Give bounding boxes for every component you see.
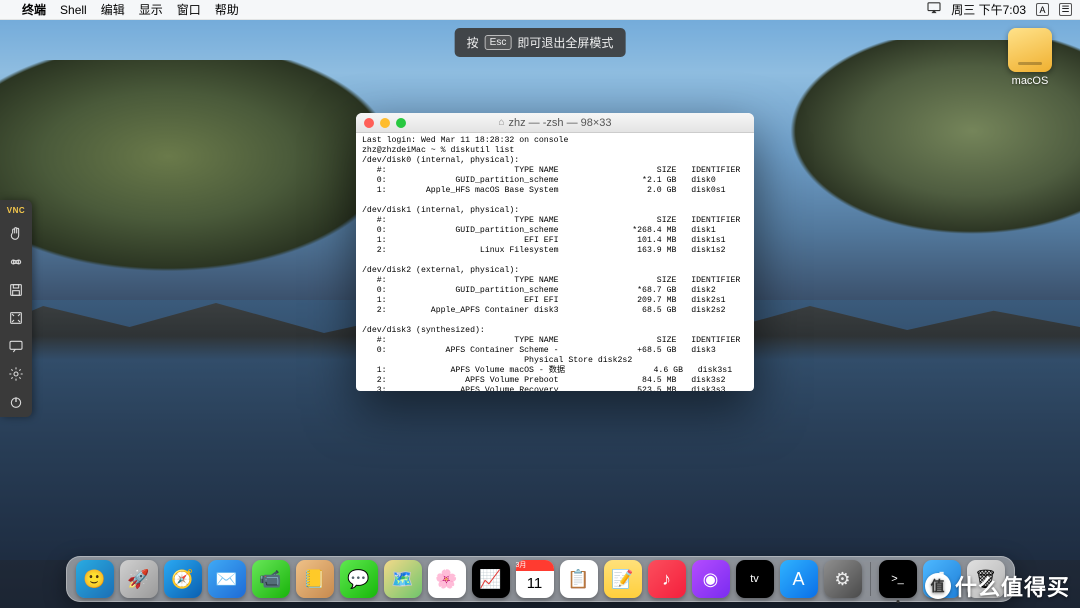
vnc-brand: VNC (7, 206, 25, 215)
dock-app-reminders[interactable]: 📋 (560, 560, 598, 598)
hand-icon[interactable] (7, 225, 25, 243)
esc-key-icon: Esc (485, 35, 512, 50)
vnc-sidebar: VNC (0, 200, 32, 417)
watermark-text: 什么值得买 (955, 570, 1070, 602)
menu-view[interactable]: 显示 (139, 1, 163, 18)
minimize-button[interactable] (380, 118, 390, 128)
fullscreen-exit-tip: 按 Esc 即可退出全屏模式 (455, 28, 626, 57)
dock-app-mail[interactable]: ✉️ (208, 560, 246, 598)
dock-app-stocks[interactable]: 📈 (472, 560, 510, 598)
watermark: 值 什么值得买 (925, 570, 1070, 602)
zoom-button[interactable] (396, 118, 406, 128)
tip-suffix: 即可退出全屏模式 (517, 34, 613, 51)
dock-app-notes[interactable]: 📝 (604, 560, 642, 598)
clock[interactable]: 周三 下午7:03 (951, 1, 1026, 18)
dock-app-preferences[interactable]: ⚙ (824, 560, 862, 598)
menu-edit[interactable]: 编辑 (101, 1, 125, 18)
dock-separator (870, 562, 871, 596)
link-icon[interactable] (7, 253, 25, 271)
dock-app-appstore[interactable]: A (780, 560, 818, 598)
expand-icon[interactable] (7, 309, 25, 327)
dock-app-facetime[interactable]: 📹 (252, 560, 290, 598)
dock-app-terminal[interactable]: >_ (879, 560, 917, 598)
dock-app-finder[interactable]: 🙂 (76, 560, 114, 598)
menu-shell[interactable]: Shell (60, 3, 87, 17)
gear-icon[interactable] (7, 365, 25, 383)
watermark-badge: 值 (925, 573, 951, 599)
dock-app-music[interactable]: ♪ (648, 560, 686, 598)
dock-app-maps[interactable]: 🗺️ (384, 560, 422, 598)
dock: 🙂🚀🧭✉️📹📒💬🗺️🌸📈3月11📋📝♪◉tvA⚙>_⬇🗑 (66, 556, 1015, 602)
dock-app-messages[interactable]: 💬 (340, 560, 378, 598)
drive-icon (1008, 28, 1052, 72)
dock-app-tv[interactable]: tv (736, 560, 774, 598)
dock-app-safari[interactable]: 🧭 (164, 560, 202, 598)
menubar: 终端 Shell 编辑 显示 窗口 帮助 周三 下午7:03 A ☰ (0, 0, 1080, 20)
tip-prefix: 按 (467, 34, 479, 51)
desktop-drive[interactable]: macOS (1004, 28, 1056, 87)
input-source-icon[interactable]: A (1036, 3, 1049, 16)
message-icon[interactable] (7, 337, 25, 355)
dock-app-photos[interactable]: 🌸 (428, 560, 466, 598)
save-icon[interactable] (7, 281, 25, 299)
power-icon[interactable] (7, 393, 25, 411)
app-menu[interactable]: 终端 (22, 1, 46, 18)
dock-app-podcasts[interactable]: ◉ (692, 560, 730, 598)
menu-window[interactable]: 窗口 (177, 1, 201, 18)
dock-app-contacts[interactable]: 📒 (296, 560, 334, 598)
airplay-icon[interactable] (927, 2, 941, 17)
notification-center-icon[interactable]: ☰ (1059, 3, 1072, 16)
terminal-titlebar[interactable]: ⌂ zhz — -zsh — 98×33 (356, 113, 754, 133)
menu-help[interactable]: 帮助 (215, 1, 239, 18)
dock-app-launchpad[interactable]: 🚀 (120, 560, 158, 598)
close-button[interactable] (364, 118, 374, 128)
terminal-window[interactable]: ⌂ zhz — -zsh — 98×33 Last login: Wed Mar… (356, 113, 754, 391)
terminal-title: zhz — -zsh — 98×33 (509, 117, 612, 129)
terminal-body[interactable]: Last login: Wed Mar 11 18:28:32 on conso… (356, 133, 754, 391)
drive-label: macOS (1004, 75, 1056, 87)
dock-app-calendar[interactable]: 3月11 (516, 560, 554, 598)
home-icon: ⌂ (498, 117, 504, 128)
